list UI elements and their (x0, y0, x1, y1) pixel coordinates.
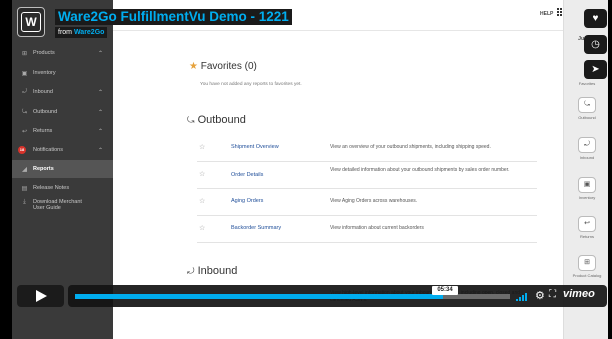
sidebar-item-label: Inbound (33, 89, 53, 95)
rail-inbound-icon: ⤾ (578, 137, 596, 153)
vimeo-logo[interactable]: vimeo (563, 288, 595, 300)
rail-item-label: Inbound (579, 155, 595, 160)
progress-bar[interactable]: 05:34 (75, 286, 510, 299)
report-row: ☆ Order Details View detailed information … (197, 161, 537, 189)
sidebar-item-label: Returns (33, 128, 53, 134)
report-link[interactable]: Shipment Overview (231, 144, 279, 150)
share-send-icon[interactable]: ➤ (584, 60, 607, 79)
chevron-up-icon: ⌃ (97, 128, 103, 135)
rail-returns-icon: ↩ (578, 216, 596, 232)
sidebar-item-returns[interactable]: ↩ Returns ⌃ (12, 122, 113, 140)
sidebar-item-reports[interactable]: ◢ Reports (12, 160, 113, 178)
video-player-controls: 05:34 ⚙ ⛶ vimeo (17, 285, 607, 307)
video-byline[interactable]: from Ware2Go (55, 27, 108, 38)
outbound-icon: ⤿ (22, 108, 27, 115)
rail-item-label: Outbound (578, 115, 596, 120)
player-right-edge (608, 0, 612, 339)
inbound-heading: ⤾ Inbound (187, 265, 237, 277)
sidebar-item-inventory[interactable]: ▣ Inventory (12, 64, 113, 82)
report-link[interactable]: Aging Orders (231, 198, 263, 204)
report-link[interactable]: Backorder Summary (231, 225, 281, 231)
rail-inventory-icon: ▣ (578, 177, 596, 193)
download-icon: ⤓ (23, 199, 26, 205)
reports-icon: ◢ (22, 166, 27, 173)
favorite-star-icon[interactable]: ☆ (199, 143, 205, 151)
star-icon: ★ (189, 61, 198, 72)
sidebar-item-label: Download Merchant User Guide (33, 199, 82, 211)
favorite-star-icon[interactable]: ☆ (199, 197, 205, 205)
returns-icon: ↩ (21, 128, 28, 135)
favorite-star-icon[interactable]: ☆ (199, 224, 205, 232)
report-description: View Aging Orders across warehouses. (330, 198, 418, 204)
chevron-up-icon: ⌃ (97, 89, 103, 96)
sidebar-item-products[interactable]: ⊞ Products ⌃ (12, 44, 113, 62)
rail-item-inventory[interactable]: ▣ Inventory (567, 177, 607, 200)
byline-brand[interactable]: Ware2Go (74, 29, 104, 36)
sidebar-item-label: Release Notes (33, 185, 70, 191)
inbound-title: Inbound (197, 265, 238, 277)
products-icon: ⊞ (21, 50, 28, 57)
sidebar-item-notifications[interactable]: 18 Notifications ⌃ (12, 141, 113, 159)
main-below-player (113, 309, 563, 339)
rail-item-inbound[interactable]: ⤾ Inbound (567, 137, 607, 160)
sidebar-item-release-notes[interactable]: ▤ Release Notes (12, 179, 113, 197)
settings-gear-icon[interactable]: ⚙ (535, 289, 545, 302)
sidebar-item-label: Reports (33, 166, 54, 172)
rail-item-label: Product Catalog (572, 273, 602, 278)
player-left-edge (0, 0, 12, 339)
sidebar-item-download-merchant-user-guide[interactable]: ⤓ Download Merchant User Guide (12, 196, 113, 218)
report-description: View detailed information about your out… (330, 167, 510, 173)
inbound-icon: ⤾ (22, 88, 27, 95)
favorites-heading: ★ Favorites (0) (189, 61, 257, 72)
inventory-icon: ▣ (21, 70, 28, 77)
rail-item-label: Returns (579, 234, 594, 239)
progress-fill (75, 294, 443, 299)
inbound-icon: ⤾ (187, 266, 195, 276)
sidebar-item-outbound[interactable]: ⤿ Outbound ⌃ (12, 103, 113, 121)
report-description: View information about current backorder… (330, 225, 424, 231)
favorites-title: Favorites (0) (200, 61, 257, 72)
reports-main: ★ Favorites (0) You have not added any r… (113, 31, 563, 312)
report-row: ☆ Aging Orders View Aging Orders across wa… (197, 188, 537, 216)
chevron-up-icon: ⌃ (97, 109, 103, 116)
report-link[interactable]: Order Details (231, 172, 263, 178)
notes-icon: ▤ (21, 185, 28, 192)
sidebar-item-inbound[interactable]: ⤾ Inbound ⌃ (12, 83, 113, 101)
favorites-empty-note: You have not added any reports to favori… (200, 82, 302, 87)
watch-later-clock-icon[interactable]: ◷ (584, 35, 607, 54)
control-bar: 05:34 ⚙ ⛶ vimeo (68, 285, 607, 307)
chevron-up-icon: ⌃ (97, 50, 103, 57)
outbound-icon: ⤿ (187, 115, 195, 125)
report-description: View an overview of your outbound shipme… (330, 144, 491, 150)
volume-icon[interactable] (516, 293, 530, 301)
favorite-star-icon[interactable]: ☆ (199, 170, 205, 178)
rail-item-returns[interactable]: ↩ Returns (567, 216, 607, 239)
rail-item-label: Inventory (578, 195, 596, 200)
sidebar-item-label: Inventory (33, 70, 56, 76)
rail-item-outbound[interactable]: ⤿ Outbound (567, 97, 607, 120)
rail-product-catalog-icon: ⊞ (578, 255, 596, 271)
chevron-up-icon: ⌃ (97, 147, 103, 154)
rail-item-product-catalog[interactable]: ⊞ Product Catalog (567, 255, 607, 278)
channel-logo[interactable]: W (17, 7, 45, 37)
outbound-title: Outbound (197, 114, 246, 126)
report-row: ☆ Backorder Summary View information about… (197, 215, 537, 243)
report-row: ☆ Shipment Overview View an overview of yo… (197, 134, 537, 162)
sidebar-item-label: Notifications (33, 147, 63, 153)
fullscreen-icon[interactable]: ⛶ (549, 289, 556, 300)
notification-count-badge: 18 (18, 146, 26, 154)
sidebar-item-label: Outbound (33, 109, 58, 115)
help-link[interactable]: HELP (540, 11, 553, 17)
rail-item-label: Favorites (578, 81, 596, 86)
play-button[interactable] (17, 285, 64, 307)
current-time: 05:34 (432, 286, 458, 295)
like-heart-icon[interactable]: ♥ (584, 9, 607, 28)
sidebar-item-label: Products (33, 50, 55, 56)
video-title[interactable]: Ware2Go FulfillmentVu Demo - 1221 (55, 9, 292, 25)
rail-outbound-icon: ⤿ (578, 97, 596, 113)
outbound-heading: ⤿ Outbound (187, 114, 246, 126)
